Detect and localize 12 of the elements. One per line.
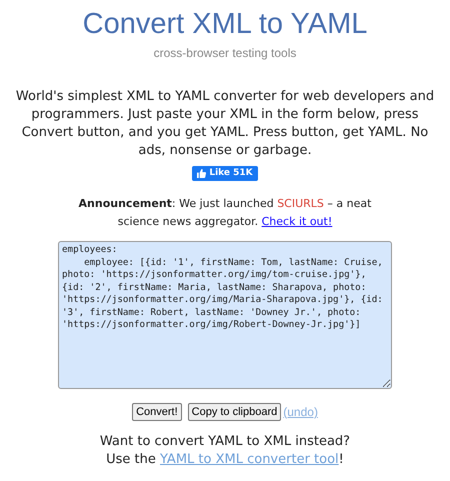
page-title: Convert XML to YAML [82, 7, 368, 42]
converter-tool-text: Use the YAML to XML converter tool! [106, 451, 344, 469]
copy-button[interactable]: Copy to clipboard [188, 403, 282, 421]
check-it-out-link[interactable]: Check it out! [262, 215, 332, 228]
like-button[interactable]: Like 51K [192, 166, 258, 181]
convert-question: Want to convert YAML to XML instead? [100, 433, 350, 451]
intro-paragraph: World's simplest XML to YAML converter for web developers and programmers. Just paste your XML in the form below, press Convert button, and you get YAML. Press button, get YAML. No ads, nonsense or garbage. [15, 88, 435, 160]
convert-button[interactable]: Convert! [132, 403, 182, 421]
announcement-text: Announcement: We just launched SCIURLS – a neat science news aggregator. Check it out! [78, 196, 372, 230]
thumbs-up-icon [197, 169, 206, 178]
page-subtitle: cross-browser testing tools [154, 45, 296, 62]
code-editor[interactable]: employees: employee: [{id: '1', firstName: Tom, lastName: Cruise, photo: 'https://jsonformatter.org/img/tom-cruise.jpg'}, {id: '2', firstName: Maria, lastName: Sharapova, photo: 'https://jsonformatter.org/img/Maria-Sharapova.jpg'}, {id: '3', firstName: Robert, lastName: 'Downey Jr.', photo: 'https://jsonformatter.org/img/Robert-Downey-Jr.jpg'}] [58, 241, 392, 389]
